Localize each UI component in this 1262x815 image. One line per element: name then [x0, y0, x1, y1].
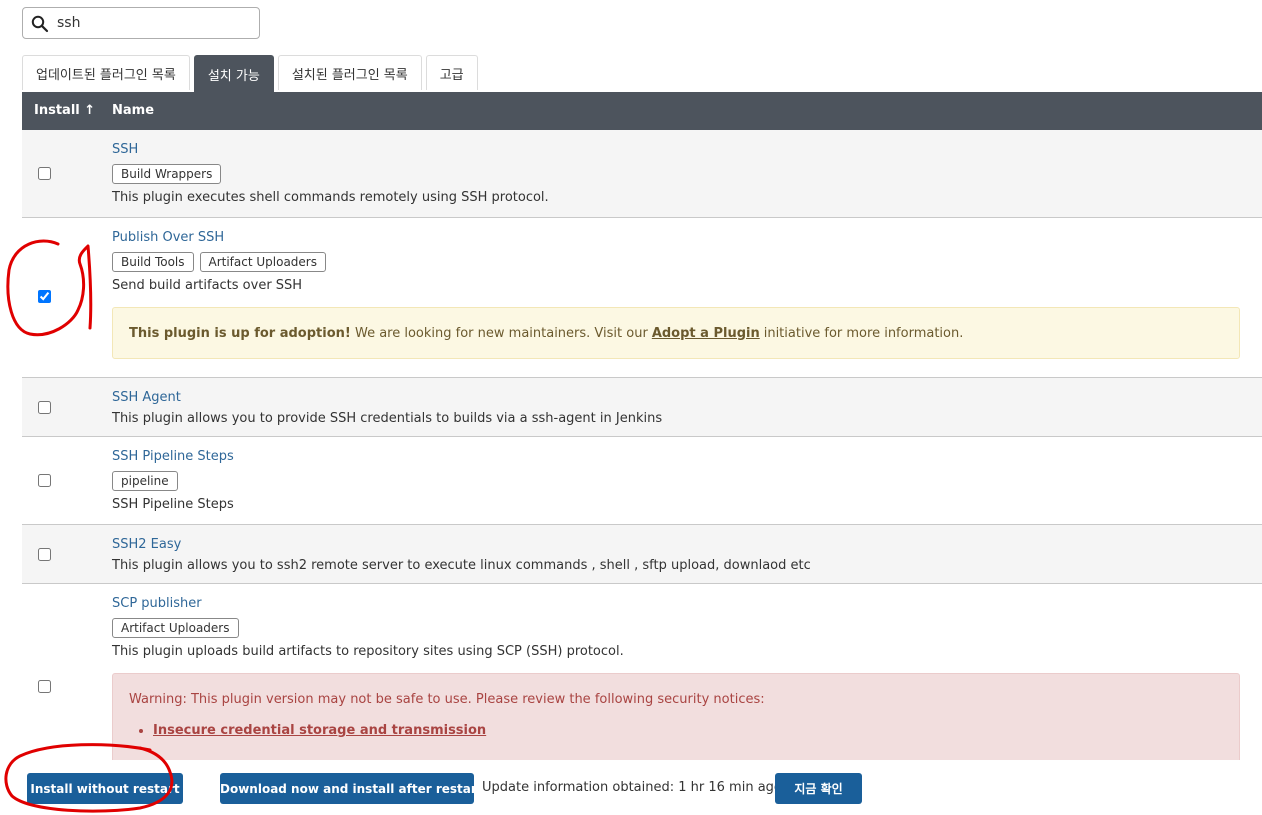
plugin-description: This plugin allows you to provide SSH cr… — [112, 411, 663, 426]
tab-updates[interactable]: 업데이트된 플러그인 목록 — [22, 55, 190, 90]
adoption-notice-text-end: initiative for more information. — [763, 325, 964, 341]
table-row: SSH Pipeline Steps pipeline SSH Pipeline… — [22, 437, 1262, 525]
security-notice-item: Insecure credential storage and transmis… — [153, 723, 1223, 738]
search-field[interactable] — [22, 7, 260, 39]
plugin-link-ssh[interactable]: SSH — [112, 141, 1240, 159]
update-info-text: Update information obtained: 1 hr 16 min… — [482, 780, 782, 795]
adoption-notice-title: This plugin is up for adoption! — [129, 325, 351, 341]
table-row: SSH2 Easy This plugin allows you to ssh2… — [22, 525, 1262, 584]
install-without-restart-button[interactable]: Install without restart — [27, 773, 183, 804]
install-checkbox-ssh-agent[interactable] — [38, 401, 51, 414]
tab-installed[interactable]: 설치된 플러그인 목록 — [277, 55, 422, 90]
tag-build-tools[interactable]: Build Tools — [112, 252, 194, 272]
search-icon — [31, 15, 49, 33]
plugin-table: Install ↑ Name SSH Build Wrappers This p… — [22, 92, 1262, 784]
install-checkbox-ssh-pipeline-steps[interactable] — [38, 474, 51, 487]
security-warning-text: Warning: This plugin version may not be … — [129, 692, 765, 707]
plugin-description: SSH Pipeline Steps — [112, 497, 234, 512]
install-checkbox-ssh2-easy[interactable] — [38, 548, 51, 561]
search-input[interactable] — [57, 12, 252, 34]
table-row: Publish Over SSH Build Tools Artifact Up… — [22, 218, 1262, 378]
plugin-link-ssh-agent[interactable]: SSH Agent — [112, 389, 1240, 407]
table-row: SSH Build Wrappers This plugin executes … — [22, 130, 1262, 218]
adoption-notice-text: We are looking for new maintainers. Visi… — [354, 325, 648, 341]
table-header: Install ↑ Name — [22, 92, 1262, 130]
install-checkbox-ssh[interactable] — [38, 167, 51, 180]
table-row: SCP publisher Artifact Uploaders This pl… — [22, 584, 1262, 784]
plugin-link-ssh-pipeline-steps[interactable]: SSH Pipeline Steps — [112, 448, 1240, 466]
adoption-notice: This plugin is up for adoption! We are l… — [112, 307, 1240, 359]
check-now-button[interactable]: 지금 확인 — [775, 773, 862, 804]
plugin-tabs: 업데이트된 플러그인 목록 설치 가능 설치된 플러그인 목록 고급 — [22, 55, 482, 92]
install-checkbox-publish-over-ssh[interactable] — [38, 290, 51, 303]
action-bar: Install without restart Download now and… — [0, 760, 1262, 815]
install-column-header[interactable]: Install ↑ — [34, 103, 95, 118]
plugin-link-ssh2-easy[interactable]: SSH2 Easy — [112, 536, 1240, 554]
tag-artifact-uploaders[interactable]: Artifact Uploaders — [112, 618, 239, 638]
table-row: SSH Agent This plugin allows you to prov… — [22, 378, 1262, 437]
install-checkbox-scp-publisher[interactable] — [38, 680, 51, 693]
tab-advanced[interactable]: 고급 — [425, 55, 478, 90]
plugin-description: This plugin allows you to ssh2 remote se… — [112, 558, 811, 573]
download-and-install-after-restart-button[interactable]: Download now and install after restart — [220, 773, 483, 804]
plugin-description: This plugin executes shell commands remo… — [112, 190, 549, 205]
tag-artifact-uploaders[interactable]: Artifact Uploaders — [199, 252, 326, 272]
plugin-link-publish-over-ssh[interactable]: Publish Over SSH — [112, 229, 1240, 247]
tag-pipeline[interactable]: pipeline — [112, 471, 178, 491]
tag-build-wrappers[interactable]: Build Wrappers — [112, 164, 222, 184]
adopt-a-plugin-link[interactable]: Adopt a Plugin — [652, 326, 760, 341]
security-notice-link[interactable]: Insecure credential storage and transmis… — [153, 723, 486, 738]
plugin-description: This plugin uploads build artifacts to r… — [112, 644, 624, 659]
security-warning: Warning: This plugin version may not be … — [112, 673, 1240, 773]
plugin-description: Send build artifacts over SSH — [112, 278, 303, 293]
tab-available[interactable]: 설치 가능 — [193, 55, 274, 92]
plugin-link-scp-publisher[interactable]: SCP publisher — [112, 595, 1240, 613]
name-column-header[interactable]: Name — [112, 103, 154, 118]
